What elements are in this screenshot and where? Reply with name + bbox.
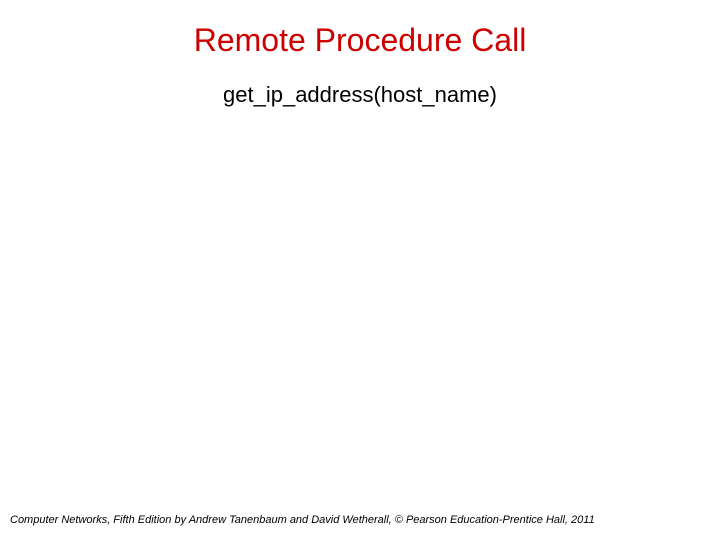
code-example: get_ip_address(host_name) <box>0 82 720 108</box>
slide-title: Remote Procedure Call <box>0 22 720 59</box>
footer-attribution: Computer Networks, Fifth Edition by Andr… <box>10 514 710 526</box>
